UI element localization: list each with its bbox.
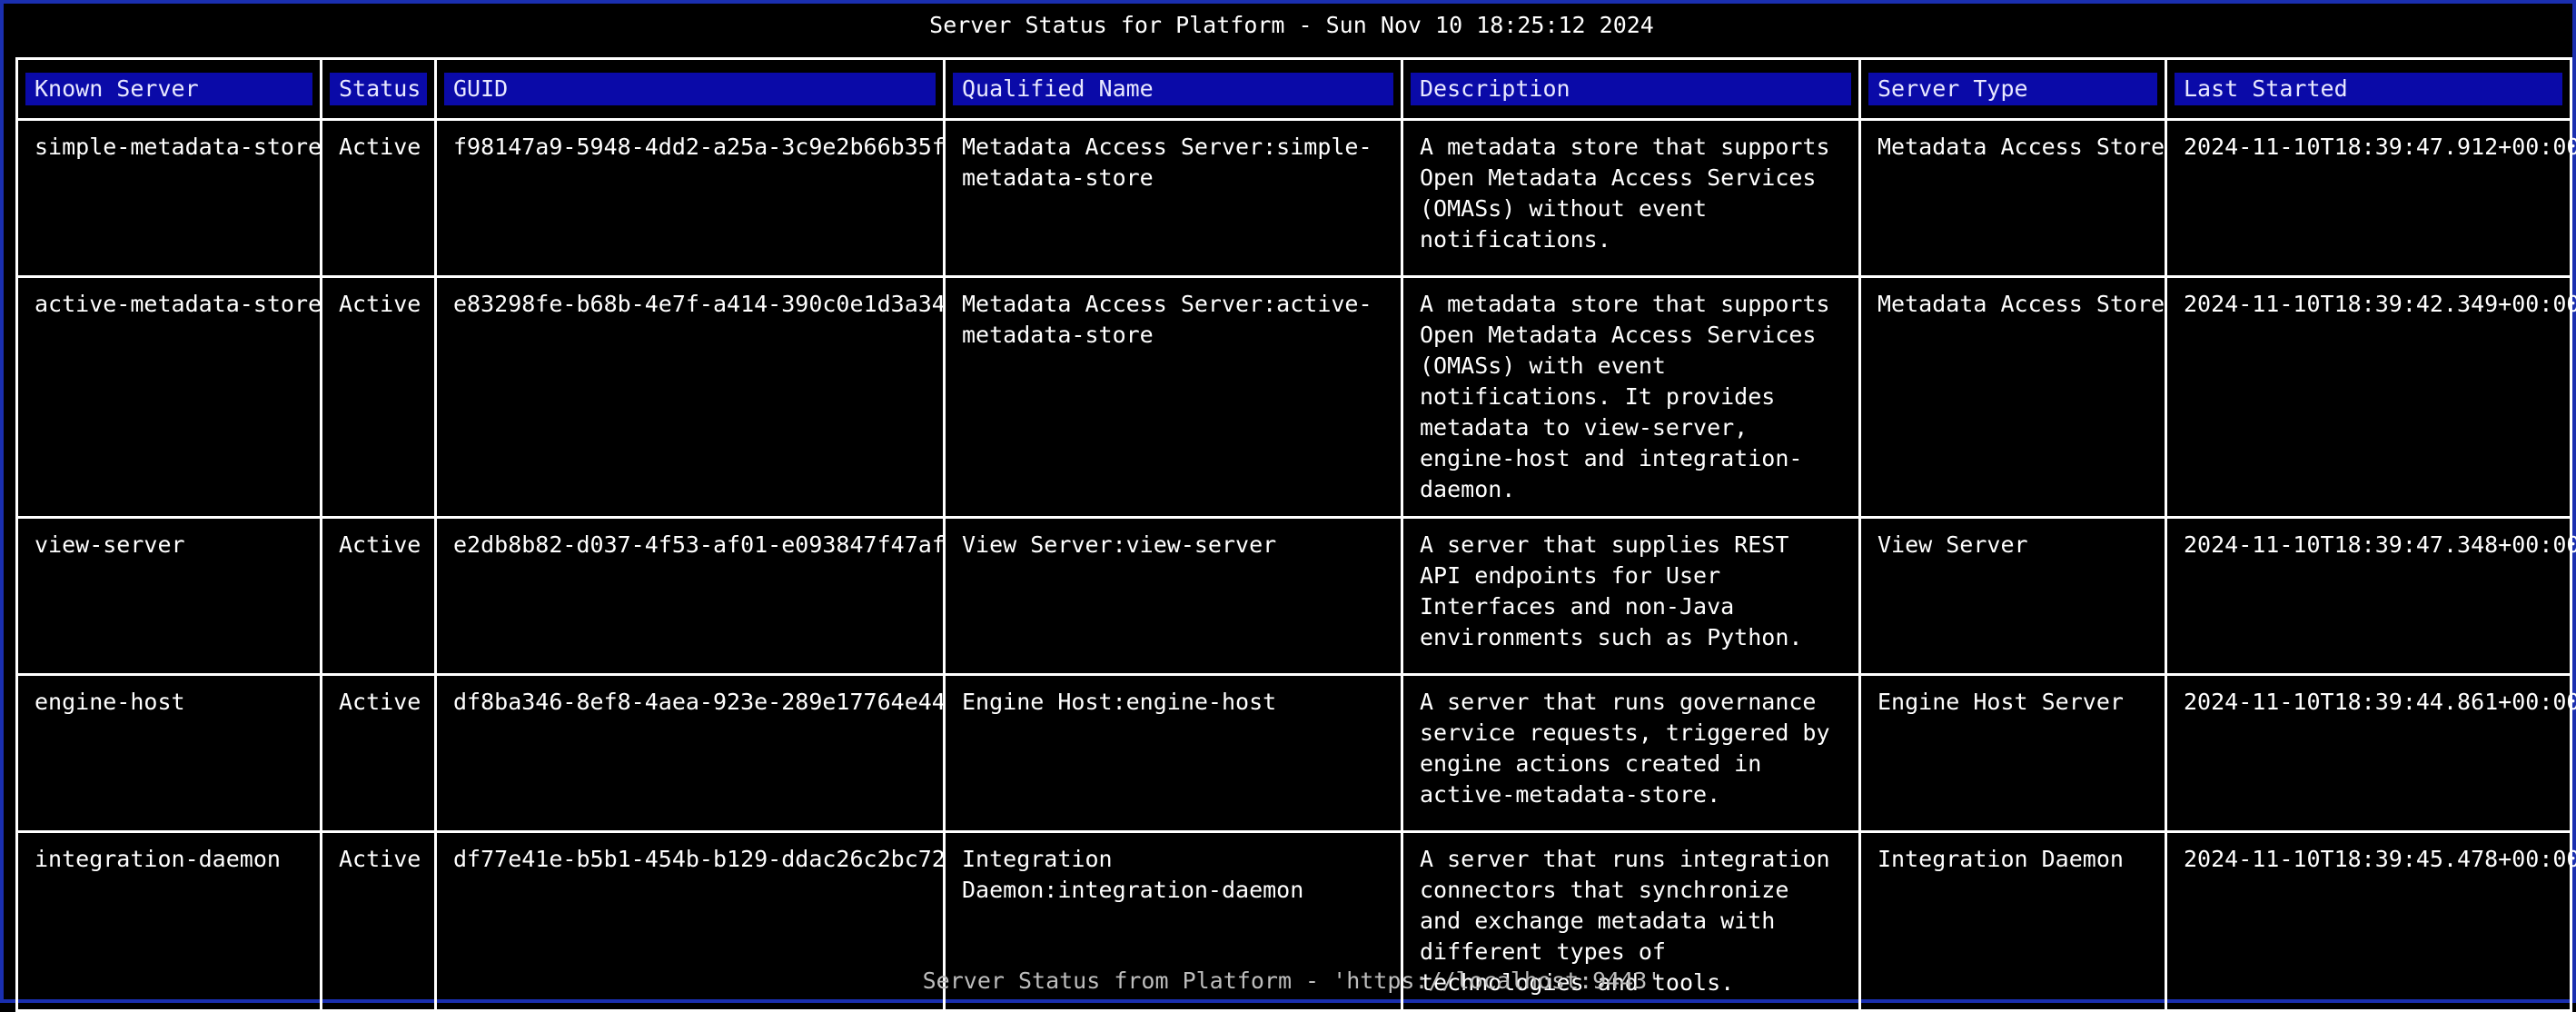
table-row[interactable]: engine-host Active df8ba346-8ef8-4aea-92… <box>15 673 2576 833</box>
cell-known-server: engine-host <box>15 673 322 833</box>
status-badge: Active <box>320 275 437 519</box>
column-header-qualified-name[interactable]: Qualified Name <box>943 57 1403 121</box>
column-header-description[interactable]: Description <box>1401 57 1861 121</box>
status-badge: Active <box>320 516 437 676</box>
cell-qualified-name: Engine Host:engine-host <box>943 673 1403 833</box>
status-badge: Active <box>320 673 437 833</box>
server-status-table: Known Server Status GUID Qualified Name … <box>15 57 2576 1012</box>
cell-known-server: active-metadata-store <box>15 275 322 519</box>
cell-guid: df8ba346-8ef8-4aea-923e-289e17764e44 <box>434 673 946 833</box>
cell-guid: e83298fe-b68b-4e7f-a414-390c0e1d3a34 <box>434 275 946 519</box>
cell-last-started: 2024-11-10T18:39:42.349+00:00 <box>2165 275 2576 519</box>
cell-server-type: View Server <box>1858 516 2167 676</box>
cell-last-started: 2024-11-10T18:39:44.861+00:00 <box>2165 673 2576 833</box>
cell-description: A metadata store that supports Open Meta… <box>1401 118 1861 278</box>
column-header-status[interactable]: Status <box>320 57 437 121</box>
cell-qualified-name: View Server:view-server <box>943 516 1403 676</box>
column-header-guid[interactable]: GUID <box>434 57 946 121</box>
column-header-known-server[interactable]: Known Server <box>15 57 322 121</box>
table-header-row: Known Server Status GUID Qualified Name … <box>15 57 2572 121</box>
column-header-last-started[interactable]: Last Started <box>2165 57 2572 121</box>
cell-server-type: Metadata Access Store <box>1858 118 2167 278</box>
cell-last-started: 2024-11-10T18:39:47.348+00:00 <box>2165 516 2576 676</box>
cell-description: A server that runs governance service re… <box>1401 673 1861 833</box>
cell-known-server: simple-metadata-store <box>15 118 322 278</box>
cell-guid: e2db8b82-d037-4f53-af01-e093847f47af <box>434 516 946 676</box>
column-header-server-type[interactable]: Server Type <box>1858 57 2167 121</box>
page-title: Server Status for Platform - Sun Nov 10 … <box>929 12 1654 38</box>
terminal-window: Server Status for Platform - Sun Nov 10 … <box>0 0 2576 1012</box>
cell-guid: f98147a9-5948-4dd2-a25a-3c9e2b66b35f <box>434 118 946 278</box>
table-row[interactable]: active-metadata-store Active e83298fe-b6… <box>15 275 2576 519</box>
cell-qualified-name: Metadata Access Server:active-metadata-s… <box>943 275 1403 519</box>
cell-last-started: 2024-11-10T18:39:47.912+00:00 <box>2165 118 2576 278</box>
cell-server-type: Metadata Access Store <box>1858 275 2167 519</box>
cell-known-server: view-server <box>15 516 322 676</box>
cell-description: A metadata store that supports Open Meta… <box>1401 275 1861 519</box>
table-row[interactable]: simple-metadata-store Active f98147a9-59… <box>15 118 2576 278</box>
footer-status-line: Server Status from Platform - 'https://l… <box>922 967 1661 994</box>
cell-description: A server that supplies REST API endpoint… <box>1401 516 1861 676</box>
table-row[interactable]: view-server Active e2db8b82-d037-4f53-af… <box>15 516 2576 676</box>
cell-qualified-name: Metadata Access Server:simple-metadata-s… <box>943 118 1403 278</box>
status-badge: Active <box>320 118 437 278</box>
cell-server-type: Engine Host Server <box>1858 673 2167 833</box>
